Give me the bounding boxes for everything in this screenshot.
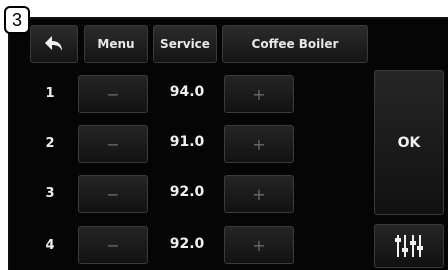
- increase-button[interactable]: +: [224, 175, 294, 213]
- decrease-button[interactable]: −: [78, 125, 148, 163]
- figure-frame: 3 Menu Service Coffee Boiler 1 − 94.0 + …: [0, 0, 448, 270]
- temperature-value: 92.0: [169, 184, 205, 200]
- tab-coffee-boiler[interactable]: Coffee Boiler: [222, 25, 368, 63]
- decrease-button[interactable]: −: [78, 175, 148, 213]
- increase-button[interactable]: +: [224, 125, 294, 163]
- equalizer-sliders-icon: [395, 235, 423, 257]
- back-arrow-icon: [45, 36, 62, 51]
- temperature-value: 91.0: [169, 134, 205, 150]
- ok-button[interactable]: OK: [374, 70, 444, 215]
- increase-button[interactable]: +: [224, 75, 294, 113]
- tab-service[interactable]: Service: [153, 25, 217, 63]
- figure-number-badge: 3: [4, 6, 30, 34]
- temperature-value: 94.0: [169, 84, 205, 100]
- decrease-button[interactable]: −: [78, 226, 148, 264]
- row-index: 4: [45, 238, 55, 253]
- increase-button[interactable]: +: [224, 226, 294, 264]
- back-button[interactable]: [30, 25, 78, 63]
- row-index: 1: [45, 86, 55, 101]
- temperature-value: 92.0: [169, 236, 205, 252]
- touch-screen: Menu Service Coffee Boiler 1 − 94.0 + 2 …: [8, 17, 448, 270]
- settings-button[interactable]: [374, 224, 444, 268]
- decrease-button[interactable]: −: [78, 75, 148, 113]
- row-index: 2: [45, 136, 55, 151]
- row-index: 3: [45, 186, 55, 201]
- tab-menu[interactable]: Menu: [84, 25, 148, 63]
